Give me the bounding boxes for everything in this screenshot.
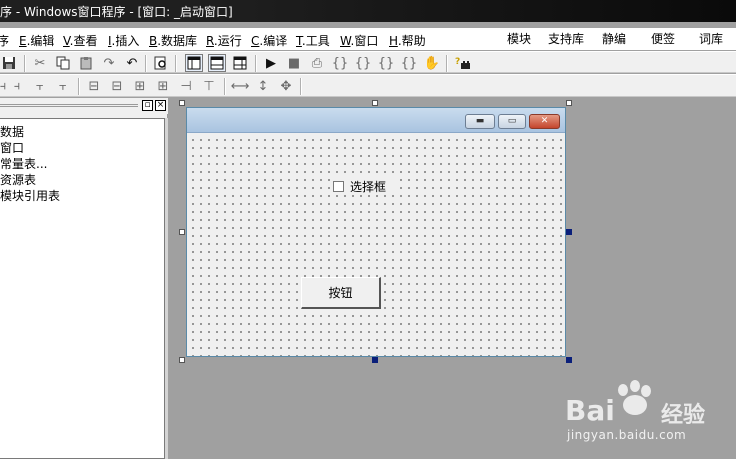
program-tree: 数据 窗口 常量表... 资源表 模块引用表 [0, 118, 165, 459]
menu-thesaurus[interactable]: 词库 [699, 30, 723, 47]
step-over-icon[interactable]: {} [354, 54, 372, 72]
space-v-icon[interactable]: ⊞ [154, 77, 172, 95]
menu-support-library[interactable]: 支持库 [548, 30, 584, 47]
menu-program[interactable]: 序 [0, 32, 9, 49]
checkbox-square-icon[interactable] [333, 180, 344, 192]
stop-icon[interactable]: ■ [285, 54, 303, 72]
align-top-icon[interactable]: ⫟ [31, 77, 49, 95]
toolbar-separator [145, 55, 147, 72]
checkbox-control[interactable]: 选择框 [333, 178, 395, 194]
tree-item-constants[interactable]: 常量表... [0, 155, 47, 172]
menu-insert[interactable]: I.插入 [108, 32, 139, 49]
find-icon[interactable] [152, 54, 170, 72]
copy-icon[interactable] [54, 54, 72, 72]
menu-notes[interactable]: 便签 [651, 30, 675, 47]
step-icon[interactable]: ⎙ [308, 54, 326, 72]
resize-handle-nw [179, 100, 185, 106]
tree-item-window[interactable]: 窗口 [0, 139, 24, 156]
standard-toolbar: ✂ ↷ ↶ ▶ ■ ⎙ {} {} {} {} ✋ ? [0, 51, 736, 73]
title-bar: 序 - Windows窗口程序 - [窗口: _启动窗口] [0, 0, 736, 22]
minimize-icon[interactable]: ▬ [465, 114, 495, 129]
window-title: 序 - Windows窗口程序 - [窗口: _启动窗口] [0, 5, 233, 19]
resize-handle-n [372, 100, 378, 106]
toolbar-separator [24, 55, 26, 72]
same-height-icon[interactable]: ⊤ [200, 77, 218, 95]
paste-icon[interactable] [77, 54, 95, 72]
run-icon[interactable]: ▶ [262, 54, 280, 72]
toolbar-separator [300, 78, 302, 95]
menu-static-compile[interactable]: 静编 [602, 30, 626, 47]
center-h-icon[interactable]: ⊟ [85, 77, 103, 95]
panel-restore-icon[interactable]: ▫ [142, 100, 153, 111]
toolbar-separator [255, 55, 257, 72]
designed-form-window[interactable]: ▬ ▭ ✕ 选择框 按钮 [186, 107, 566, 357]
step-out-icon[interactable]: {} [377, 54, 395, 72]
toolbar-separator [446, 55, 448, 72]
same-width-icon[interactable]: ⊣ [177, 77, 195, 95]
menu-run[interactable]: R.运行 [206, 32, 242, 49]
close-icon[interactable]: ✕ [529, 114, 560, 129]
form-button-label: 按钮 [328, 286, 353, 300]
undo-icon[interactable]: ↶ [123, 54, 141, 72]
form-button-control[interactable]: 按钮 [301, 277, 381, 309]
cut-icon[interactable]: ✂ [31, 54, 49, 72]
save-icon[interactable] [0, 54, 18, 72]
tree-item-data[interactable]: 数据 [0, 123, 24, 140]
redo-icon[interactable]: ↷ [100, 54, 118, 72]
resize-handle-ne [566, 100, 572, 106]
layout-3-icon[interactable] [231, 54, 249, 72]
resize-handle-w [179, 229, 185, 235]
breakpoint-icon[interactable]: {} [400, 54, 418, 72]
panel-close-icon[interactable]: × [155, 100, 166, 111]
menu-modules[interactable]: 模块 [507, 30, 531, 47]
menu-edit[interactable]: E.编辑 [19, 32, 54, 49]
align-bottom-icon[interactable]: ⫟ [54, 77, 72, 95]
menu-view[interactable]: V.查看 [63, 32, 98, 49]
panel-header: ▫ × [0, 98, 168, 114]
same-size-icon[interactable]: ⟷ [231, 77, 250, 95]
menu-window[interactable]: W.窗口 [340, 32, 378, 49]
alignment-toolbar: ⫞ ⫞ ⫟ ⫟ ⊟ ⊟ ⊞ ⊞ ⊣ ⊤ ⟷ ↕ ✥ [0, 74, 736, 97]
help-icon[interactable]: ? [454, 54, 472, 72]
baidu-paw-icon [618, 380, 651, 415]
hand-icon[interactable]: ✋ [423, 54, 441, 72]
toolbar-separator [175, 55, 177, 72]
align-right-icon[interactable]: ⫞ [8, 77, 26, 95]
maximize-icon[interactable]: ▭ [498, 114, 526, 129]
resize-handle-sw [179, 357, 185, 363]
form-caption-bar: ▬ ▭ ✕ [187, 108, 565, 133]
space-h-icon[interactable]: ⊞ [131, 77, 149, 95]
panel-grip[interactable] [0, 104, 138, 107]
tree-item-resources[interactable]: 资源表 [0, 171, 36, 188]
toolbar-separator [224, 78, 226, 95]
menu-database[interactable]: B.数据库 [149, 32, 197, 49]
form-design-grid: 选择框 按钮 [187, 134, 565, 356]
watermark-brand: Bai [565, 394, 615, 427]
layout-1-icon[interactable] [185, 54, 203, 72]
resize-handle-se[interactable] [566, 357, 572, 363]
same-size-icon[interactable]: ✥ [277, 77, 295, 95]
menu-bar: 序 E.编辑 V.查看 I.插入 B.数据库 R.运行 C.编译 T.工具 W.… [0, 28, 736, 50]
tree-item-module-refs[interactable]: 模块引用表 [0, 187, 60, 204]
checkbox-label: 选择框 [350, 179, 387, 194]
menu-help[interactable]: H.帮助 [389, 32, 426, 49]
center-v-icon[interactable]: ⊟ [108, 77, 126, 95]
menu-tools[interactable]: T.工具 [296, 32, 330, 49]
resize-handle-s[interactable] [372, 357, 378, 363]
program-panel: ▫ × 数据 窗口 常量表... 资源表 模块引用表 [0, 98, 168, 459]
watermark-url: jingyan.baidu.com [567, 428, 687, 442]
watermark-brand-suffix: 经验 [661, 403, 706, 428]
same-height-icon[interactable]: ↕ [254, 77, 272, 95]
menu-compile[interactable]: C.编译 [251, 32, 287, 49]
toolbar-separator [78, 78, 80, 95]
title-bar-gradient [216, 0, 736, 22]
resize-handle-e[interactable] [566, 229, 572, 235]
layout-2-icon[interactable] [208, 54, 226, 72]
svg-text:?: ? [455, 57, 460, 67]
baidu-watermark: Bai 经验 jingyan.baidu.com [565, 380, 735, 459]
step-into-icon[interactable]: {} [331, 54, 349, 72]
